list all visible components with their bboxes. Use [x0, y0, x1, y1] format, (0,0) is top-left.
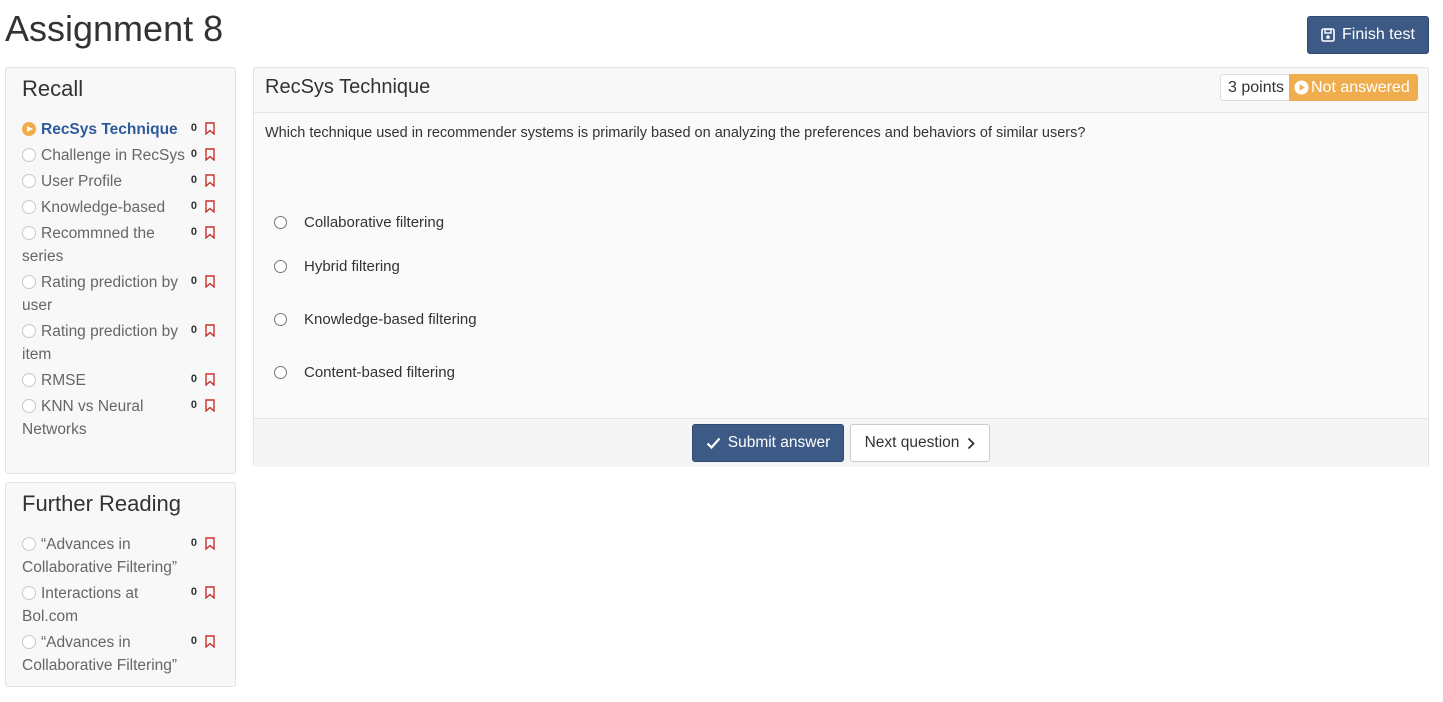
recall-heading: Recall [22, 76, 84, 101]
answer-options: Collaborative filtering Hybrid filtering… [265, 204, 1417, 399]
recall-item-label: KNN vs Neural Networks [22, 398, 144, 438]
item-count: 0 [190, 226, 197, 238]
reading-item[interactable]: Interactions at Bol.com 0 [22, 582, 225, 628]
finish-test-label: Finish test [1342, 26, 1415, 43]
answer-option[interactable]: Collaborative filtering [265, 204, 1417, 240]
chevron-right-icon [968, 437, 976, 449]
recall-item[interactable]: Rating prediction by user 0 [22, 271, 225, 317]
item-count: 0 [190, 537, 197, 549]
reading-item-label: “Advances in Collaborative Filtering” [22, 536, 178, 576]
item-count: 0 [190, 174, 197, 186]
play-circle-icon [1294, 80, 1309, 95]
recall-item-label: RecSys Technique [41, 121, 178, 138]
item-count: 0 [190, 586, 197, 598]
recall-item[interactable]: KNN vs Neural Networks 0 [22, 395, 225, 441]
status-circle-icon [22, 399, 36, 413]
item-count: 0 [190, 399, 197, 411]
recall-panel: Recall RecSys Technique 0 Challenge in R… [5, 67, 236, 474]
recall-item[interactable]: User Profile 0 [22, 170, 225, 193]
item-count: 0 [190, 373, 197, 385]
status-circle-icon [22, 635, 36, 649]
bookmark-icon[interactable] [205, 148, 215, 161]
answer-option[interactable]: Knowledge-based filtering [265, 292, 1417, 346]
recall-item[interactable]: RMSE 0 [22, 369, 225, 392]
bookmark-icon[interactable] [205, 226, 215, 239]
status-circle-icon [22, 226, 36, 240]
points-badge: 3 points [1220, 74, 1293, 101]
radio-button[interactable] [274, 312, 287, 326]
next-question-label: Next question [864, 434, 960, 451]
option-label: Collaborative filtering [304, 213, 445, 231]
recall-item-label: Rating prediction by item [22, 323, 178, 363]
item-count: 0 [190, 275, 197, 287]
reading-item-label: “Advances in Collaborative Filtering” [22, 634, 178, 674]
option-label: Content-based filtering [304, 363, 455, 381]
recall-item-label: Recommned the series [22, 225, 155, 265]
bookmark-icon[interactable] [205, 635, 215, 648]
recall-item[interactable]: Recommned the series 0 [22, 222, 225, 268]
question-title: RecSys Technique [265, 76, 431, 98]
recall-item[interactable]: RecSys Technique 0 [22, 118, 225, 141]
status-circle-icon [22, 537, 36, 551]
item-count: 0 [190, 635, 197, 647]
reading-item[interactable]: “Advances in Collaborative Filtering” 0 [22, 631, 225, 677]
question-header: RecSys Technique 3 points Not answered [254, 68, 1428, 113]
status-circle-icon [22, 586, 36, 600]
answer-option[interactable]: Content-based filtering [265, 345, 1417, 399]
question-text: Which technique used in recommender syst… [265, 125, 1086, 141]
item-count: 0 [190, 122, 197, 134]
question-panel: RecSys Technique 3 points Not answered W… [253, 67, 1429, 467]
recall-item[interactable]: Knowledge-based 0 [22, 196, 225, 219]
recall-list: RecSys Technique 0 Challenge in RecSys 0… [6, 118, 235, 441]
bookmark-icon[interactable] [205, 275, 215, 288]
next-question-button[interactable]: Next question [850, 424, 990, 462]
question-body: Which technique used in recommender syst… [254, 113, 1428, 418]
status-circle-icon [22, 275, 36, 289]
status-circle-icon [22, 373, 36, 387]
bookmark-icon[interactable] [205, 586, 215, 599]
radio-button[interactable] [274, 259, 287, 273]
status-badge: Not answered [1289, 74, 1418, 101]
bookmark-icon[interactable] [205, 324, 215, 337]
further-reading-list: “Advances in Collaborative Filtering” 0 … [6, 533, 235, 677]
status-circle-icon [22, 324, 36, 338]
bookmark-icon[interactable] [205, 122, 215, 135]
recall-item-label: User Profile [41, 173, 122, 190]
status-circle-icon [22, 148, 36, 162]
item-count: 0 [190, 324, 197, 336]
status-circle-icon [22, 174, 36, 188]
reading-item[interactable]: “Advances in Collaborative Filtering” 0 [22, 533, 225, 579]
radio-button[interactable] [274, 215, 287, 229]
radio-button[interactable] [274, 365, 287, 379]
finish-test-button[interactable]: Finish test [1307, 16, 1429, 54]
further-reading-heading: Further Reading [22, 491, 181, 516]
status-circle-icon [22, 200, 36, 214]
option-label: Hybrid filtering [304, 257, 400, 275]
question-footer: Submit answer Next question [254, 418, 1428, 467]
status-label: Not answered [1311, 79, 1410, 96]
recall-item-label: Knowledge-based [41, 199, 166, 216]
recall-item-label: Challenge in RecSys [41, 147, 185, 164]
recall-item[interactable]: Challenge in RecSys 0 [22, 144, 225, 167]
submit-answer-label: Submit answer [727, 434, 831, 451]
floppy-disk-icon [1321, 28, 1335, 42]
bookmark-icon[interactable] [205, 373, 215, 386]
bookmark-icon[interactable] [205, 174, 215, 187]
recall-item-label: RMSE [41, 372, 86, 389]
bookmark-icon[interactable] [205, 537, 215, 550]
answer-option[interactable]: Hybrid filtering [265, 239, 1417, 293]
bookmark-icon[interactable] [205, 399, 215, 412]
bookmark-icon[interactable] [205, 200, 215, 213]
check-icon [706, 437, 721, 449]
recall-item-label: Rating prediction by user [22, 274, 178, 314]
recall-item[interactable]: Rating prediction by item 0 [22, 320, 225, 366]
page-title: Assignment 8 [5, 8, 224, 49]
further-reading-panel: Further Reading “Advances in Collaborati… [5, 482, 236, 687]
option-label: Knowledge-based filtering [304, 310, 477, 328]
item-count: 0 [190, 148, 197, 160]
current-indicator-icon [22, 122, 36, 136]
reading-item-label: Interactions at Bol.com [22, 585, 139, 625]
submit-answer-button[interactable]: Submit answer [692, 424, 844, 462]
item-count: 0 [190, 200, 197, 212]
